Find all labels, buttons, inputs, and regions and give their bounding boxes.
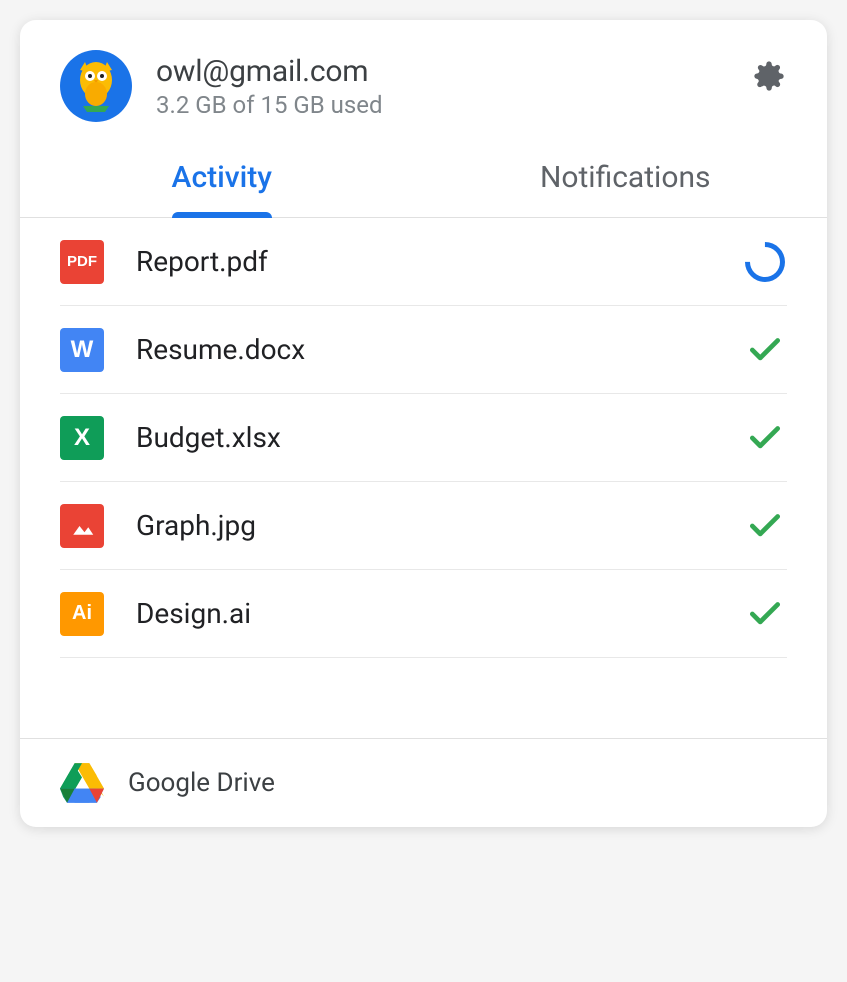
file-name: Resume.docx xyxy=(136,333,743,366)
file-name: Design.ai xyxy=(136,597,743,630)
illustrator-icon: Ai xyxy=(60,592,104,636)
file-row[interactable]: Graph.jpg xyxy=(60,482,787,570)
file-name: Graph.jpg xyxy=(136,509,743,542)
sync-spinner-icon xyxy=(743,240,787,284)
checkmark-icon xyxy=(743,328,787,372)
tab-activity[interactable]: Activity xyxy=(20,142,424,217)
tab-label: Activity xyxy=(172,160,272,195)
tab-notifications[interactable]: Notifications xyxy=(424,142,828,217)
file-row[interactable]: X Budget.xlsx xyxy=(60,394,787,482)
drive-sync-panel: owl@gmail.com 3.2 GB of 15 GB used Activ… xyxy=(20,20,827,827)
tab-indicator xyxy=(172,212,272,218)
google-drive-icon xyxy=(60,763,104,803)
tabs: Activity Notifications xyxy=(20,142,827,218)
tab-label: Notifications xyxy=(540,160,711,195)
file-name: Budget.xlsx xyxy=(136,421,743,454)
pdf-icon: PDF xyxy=(60,240,104,284)
checkmark-icon xyxy=(743,592,787,636)
file-list: PDF Report.pdf W Resume.docx X Budget.xl… xyxy=(20,218,827,738)
excel-icon: X xyxy=(60,416,104,460)
file-row[interactable]: W Resume.docx xyxy=(60,306,787,394)
file-row[interactable]: Ai Design.ai xyxy=(60,570,787,658)
footer-label: Google Drive xyxy=(128,768,275,798)
avatar[interactable] xyxy=(60,50,132,122)
file-name: Report.pdf xyxy=(136,245,743,278)
footer[interactable]: Google Drive xyxy=(20,738,827,827)
word-icon: W xyxy=(60,328,104,372)
storage-text: 3.2 GB of 15 GB used xyxy=(156,91,751,119)
account-email: owl@gmail.com xyxy=(156,54,751,89)
file-row[interactable]: PDF Report.pdf xyxy=(60,218,787,306)
checkmark-icon xyxy=(743,416,787,460)
header: owl@gmail.com 3.2 GB of 15 GB used xyxy=(20,20,827,142)
settings-button[interactable] xyxy=(751,58,787,94)
gear-icon xyxy=(753,60,785,92)
account-info: owl@gmail.com 3.2 GB of 15 GB used xyxy=(156,50,751,119)
checkmark-icon xyxy=(743,504,787,548)
owl-icon xyxy=(71,58,121,114)
image-icon xyxy=(60,504,104,548)
